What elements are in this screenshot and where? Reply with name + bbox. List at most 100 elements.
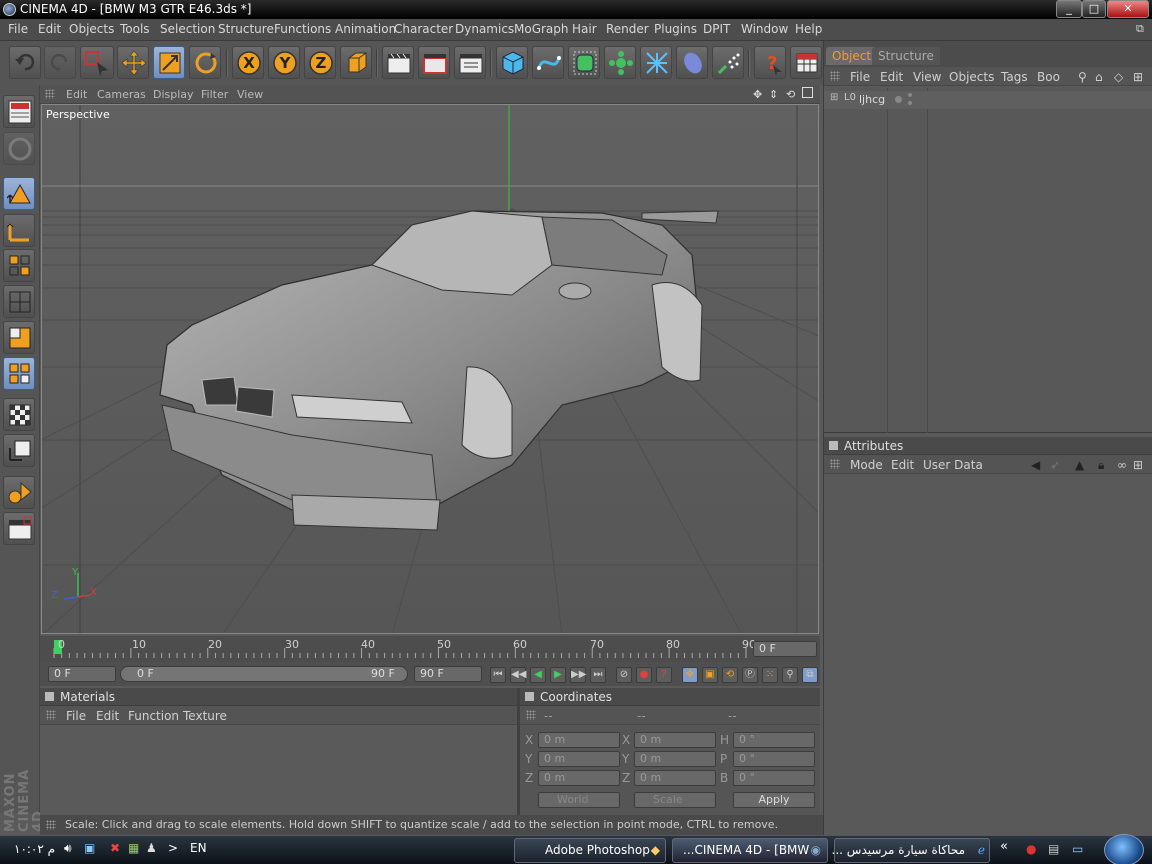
tray-app-icon[interactable]: ✖ <box>110 841 120 855</box>
key-parameter-button[interactable]: Ⓟ <box>742 667 758 683</box>
menu-dpit[interactable]: DPIT <box>703 22 730 36</box>
rotate-tool-button[interactable] <box>189 46 221 79</box>
key-rotation-button[interactable]: ⟲ <box>722 667 738 683</box>
scheme-button[interactable]: ⚲ <box>782 667 798 683</box>
viewport-menu-filter[interactable]: Filter <box>201 88 228 101</box>
home-icon[interactable]: ⌂ <box>1095 70 1103 84</box>
edges-mode-button[interactable] <box>3 214 35 247</box>
viewport-menu-view[interactable]: View <box>237 88 263 101</box>
menu-mograph[interactable]: MoGraph <box>514 22 569 36</box>
uv-polygons-mode-button[interactable] <box>3 285 35 318</box>
size-z-field[interactable]: 0 m <box>634 770 716 786</box>
go-to-start-button[interactable]: ⏮ <box>490 667 506 683</box>
menu-hair[interactable]: Hair <box>572 22 597 36</box>
array-button[interactable] <box>604 46 636 79</box>
record-key-button[interactable]: ⊘ <box>616 667 632 683</box>
zoom-view-icon[interactable]: ⇕ <box>769 88 778 101</box>
rotate-view-icon[interactable]: ⟲ <box>786 88 795 101</box>
materials-menu-file[interactable]: File <box>66 709 86 723</box>
position-z-field[interactable]: 0 m <box>538 770 620 786</box>
pan-view-icon[interactable]: ✥ <box>753 88 762 101</box>
use-object-mode-button[interactable] <box>3 132 35 165</box>
user-icon[interactable]: ♟ <box>146 841 157 855</box>
viewport-menu-display[interactable]: Display <box>153 88 194 101</box>
language-indicator[interactable]: EN <box>190 841 207 855</box>
go-to-end-button[interactable]: ⏭ <box>590 667 606 683</box>
list-item[interactable]: ⊞ L0 ljhcg <box>824 91 1152 109</box>
viewport-menu-edit[interactable]: Edit <box>66 88 87 101</box>
key-point-level-button[interactable]: ⁙ <box>762 667 778 683</box>
object-name[interactable]: ljhcg <box>859 93 885 106</box>
restore-layout-icon[interactable]: ⧉ <box>1136 22 1144 36</box>
scale-tool-button[interactable] <box>153 46 185 79</box>
attributes-menu-edit[interactable]: Edit <box>891 458 914 472</box>
search-icon[interactable]: ⚲ <box>1078 70 1087 84</box>
materials-menu-edit[interactable]: Edit <box>96 709 119 723</box>
polygons-mode-button[interactable] <box>3 249 35 282</box>
menu-selection[interactable]: Selection <box>160 22 215 36</box>
previous-key-button[interactable]: ◀◀ <box>510 667 526 683</box>
x-axis-lock-button[interactable]: X <box>232 46 264 79</box>
up-arrow-icon[interactable]: ▲ <box>1075 458 1084 472</box>
close-button[interactable]: ✕ <box>1107 0 1149 18</box>
points-mode-button[interactable] <box>3 177 35 210</box>
key-position-button[interactable]: ✥ <box>682 667 698 683</box>
redo-button[interactable] <box>44 46 76 79</box>
menu-tools[interactable]: Tools <box>120 22 150 36</box>
z-axis-lock-button[interactable]: Z <box>304 46 336 79</box>
viewport-menu-cameras[interactable]: Cameras <box>97 88 146 101</box>
tab-structure[interactable]: Structure <box>872 47 940 65</box>
play-forwards-button[interactable]: ▶ <box>550 667 566 683</box>
panel-toggle-icon[interactable] <box>45 692 54 701</box>
render-visibility-dot[interactable] <box>908 93 912 97</box>
opera-icon[interactable]: ● <box>1026 842 1036 856</box>
size-x-field[interactable]: 0 m <box>634 732 716 748</box>
menu-structure[interactable]: Structure <box>218 22 274 36</box>
menu-functions[interactable]: Functions <box>274 22 331 36</box>
objects-menu-bookmarks[interactable]: Boo <box>1037 70 1060 84</box>
cube-primitive-button[interactable] <box>496 46 528 79</box>
timeline-track[interactable]: 0 10 20 30 40 50 60 70 80 90 <box>50 636 756 662</box>
menu-edit[interactable]: Edit <box>38 22 61 36</box>
y-axis-lock-button[interactable]: Y <box>268 46 300 79</box>
inverse-kinematics-button[interactable] <box>3 476 35 509</box>
move-tool-button[interactable] <box>117 46 149 79</box>
attributes-menu-mode[interactable]: Mode <box>850 458 883 472</box>
layout-button[interactable] <box>790 46 822 79</box>
timeline-button[interactable]: ⧉ <box>802 667 818 683</box>
objects-list[interactable]: ⊞ L0 ljhcg <box>824 88 1152 433</box>
object-axis-mode-button[interactable] <box>3 321 35 354</box>
nurbs-button[interactable] <box>568 46 600 79</box>
timeline-ruler[interactable]: 0 10 20 30 40 50 60 70 80 90 0 F <box>40 636 820 662</box>
3d-viewport[interactable]: Perspective Y X Z <box>41 104 819 634</box>
volume-icon[interactable]: 🔊︎ <box>64 841 72 856</box>
start-button[interactable] <box>1104 834 1144 864</box>
materials-menu-texture[interactable]: Texture <box>183 709 227 723</box>
tray-app-icon[interactable]: ▦ <box>128 841 139 855</box>
link-icon[interactable]: ∞ <box>1117 458 1127 472</box>
frame-range-slider[interactable]: 0 F 90 F <box>120 666 408 682</box>
render-view-button[interactable] <box>382 46 414 79</box>
start-frame-field[interactable]: 0 F <box>48 666 116 682</box>
editor-visibility-dot[interactable] <box>895 96 902 103</box>
menu-file[interactable]: File <box>8 22 28 36</box>
undo-button[interactable] <box>9 46 41 79</box>
objects-menu-objects[interactable]: Objects <box>949 70 994 84</box>
size-mode-dropdown[interactable]: Scale <box>634 792 716 808</box>
menu-character[interactable]: Character <box>394 22 453 36</box>
position-y-field[interactable]: 0 m <box>538 751 620 767</box>
desktop-icon[interactable]: ▤ <box>1048 842 1059 856</box>
new-view-icon[interactable]: ⊞ <box>1133 458 1143 472</box>
materials-area[interactable] <box>40 725 517 815</box>
end-frame-field[interactable]: 90 F <box>414 666 482 682</box>
attributes-menu-user-data[interactable]: User Data <box>923 458 983 472</box>
network-icon[interactable]: ▣ <box>84 841 95 855</box>
menu-objects[interactable]: Objects <box>69 22 114 36</box>
autokey-button[interactable]: ● <box>636 667 652 683</box>
next-key-button[interactable]: ▶▶ <box>570 667 586 683</box>
lock-icon[interactable]: 🔒︎ <box>1098 458 1104 473</box>
keyframe-selection-button[interactable]: ? <box>656 667 672 683</box>
tray-expand-arrow[interactable]: > <box>168 841 178 855</box>
environment-button[interactable] <box>676 46 708 79</box>
menu-help[interactable]: Help <box>795 22 822 36</box>
